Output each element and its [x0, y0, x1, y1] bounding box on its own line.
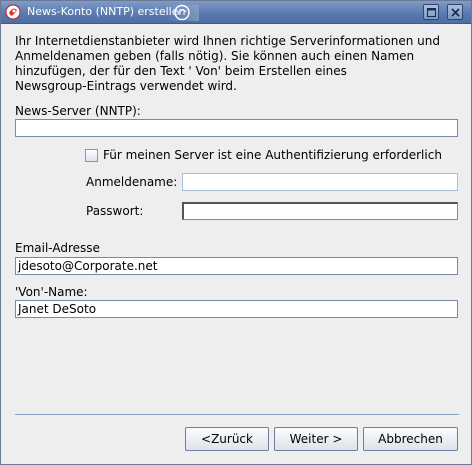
- title-bar[interactable]: News-Konto (NNTP) erstellen: [1, 1, 471, 24]
- intro-line: hinzufügen, der für den Text ' Von' beim…: [15, 64, 347, 78]
- email-input[interactable]: jdesoto@Corporate.net: [15, 257, 458, 275]
- news-server-label: News-Server (NNTP):: [15, 104, 141, 118]
- maximize-icon: [426, 7, 436, 17]
- back-button[interactable]: <Zurück: [185, 427, 269, 451]
- password-input[interactable]: [182, 202, 458, 220]
- maximize-button[interactable]: [423, 4, 439, 20]
- dialog-window: News-Konto (NNTP) erstellen Ihr Internet…: [0, 0, 472, 465]
- from-name-label: 'Von'-Name:: [15, 285, 88, 299]
- login-name-label: Anmeldename:: [86, 175, 178, 189]
- email-label: Email-Adresse: [15, 241, 100, 255]
- auth-required-label[interactable]: Für meinen Server ist eine Authentifizie…: [103, 148, 442, 163]
- swirl-logo-icon: [174, 4, 190, 21]
- divider: [15, 414, 459, 415]
- password-label: Passwort:: [86, 204, 144, 218]
- intro-line: Ihr Internetdienstanbieter wird Ihnen ri…: [15, 34, 440, 48]
- app-icon: [5, 4, 21, 20]
- intro-text: Ihr Internetdienstanbieter wird Ihnen ri…: [15, 34, 455, 94]
- next-button[interactable]: Weiter >: [274, 427, 358, 451]
- auth-required-checkbox[interactable]: [85, 149, 98, 162]
- login-name-input[interactable]: [182, 173, 458, 191]
- news-server-input[interactable]: [15, 119, 458, 137]
- intro-line: Newsgroup-Eintrags verwendet wird.: [15, 79, 237, 93]
- intro-line: Anmeldenamen geben (falls nötig). Sie kö…: [15, 49, 415, 63]
- from-name-input[interactable]: Janet DeSoto: [15, 300, 458, 318]
- close-icon: [450, 7, 460, 17]
- cancel-button[interactable]: Abbrechen: [363, 427, 458, 451]
- close-button[interactable]: [447, 4, 463, 20]
